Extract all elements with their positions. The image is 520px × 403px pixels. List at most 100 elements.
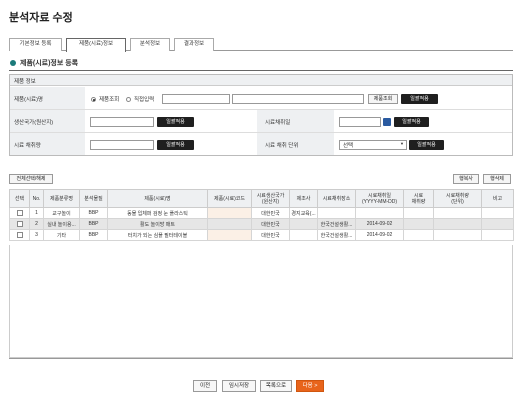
row-product-code[interactable] <box>207 207 252 219</box>
origin-batch-apply-button[interactable]: 일괄적용 <box>157 117 194 127</box>
list-button[interactable]: 목록으로 <box>260 380 292 392</box>
row-place <box>317 207 356 219</box>
sample-unit-batch-apply-button[interactable]: 일괄적용 <box>409 140 444 150</box>
product-code-input[interactable] <box>232 94 364 104</box>
section-bullet-icon <box>10 60 16 66</box>
product-name-label: 제품(시료)명 <box>14 97 43 103</box>
table-row[interactable]: 1 교구놀이 BBP 동물 입체퍼 검정 눈 플라스틱 대한민국 경지교육(..… <box>9 207 514 219</box>
footer-divider <box>9 358 513 359</box>
row-origin: 대한민국 <box>251 218 290 230</box>
sample-unit-label: 시료 채취 단위 <box>265 143 299 149</box>
product-table: 선택 No. 제품분류명 분석물질 제품(시료)명 제품(시료)코드 시료생산국… <box>9 189 514 241</box>
row-place: 한국건설생활... <box>317 218 356 230</box>
row-product-code[interactable] <box>207 229 252 241</box>
copy-row-button[interactable]: 행복사 <box>453 174 479 184</box>
row-substance: BBP <box>79 207 108 219</box>
row-select-cell[interactable] <box>9 207 30 219</box>
row-maker: 경지교육(... <box>289 207 318 219</box>
header-substance: 분석물질 <box>79 189 108 208</box>
page-title: 분석자료 수정 <box>9 12 73 24</box>
row-select-cell[interactable] <box>9 218 30 230</box>
tab-analysis-info[interactable]: 분석정보 <box>130 38 170 51</box>
tab-result-info[interactable]: 결과정보 <box>174 38 214 51</box>
row-category: 실내 놀이용... <box>43 218 80 230</box>
header-maker: 제조사 <box>289 189 318 208</box>
product-name-input[interactable] <box>162 94 230 104</box>
tab-product-info[interactable]: 제품(시료)정보 <box>66 38 126 52</box>
header-product-name: 제품(시료)명 <box>107 189 208 208</box>
radio-direct-input-label: 직접입력 <box>134 97 155 103</box>
header-date: 시료채취일 (YYYY-MM-DD) <box>355 189 404 208</box>
row-qty <box>403 229 434 241</box>
header-select: 선택 <box>9 189 30 208</box>
header-no: No. <box>29 189 44 208</box>
table-row[interactable]: 3 기타 BBP 터치가 되는 심플 필터테이블 대한민국 한국건설생활... … <box>9 229 514 241</box>
prev-button[interactable]: 이전 <box>193 380 217 392</box>
row-date: 2014-09-02 <box>355 218 404 230</box>
row-substance: BBP <box>79 218 108 230</box>
tab-basic-info[interactable]: 기본정보 등록 <box>9 38 62 51</box>
row-unit <box>433 207 482 219</box>
row-origin: 대한민국 <box>251 207 290 219</box>
row-origin: 대한민국 <box>251 229 290 241</box>
row-checkbox[interactable] <box>16 209 23 216</box>
section-divider <box>9 70 513 71</box>
row-product-name: 터치가 되는 심플 필터테이블 <box>107 229 208 241</box>
row-maker <box>289 229 318 241</box>
chevron-down-icon: ▼ <box>400 141 404 146</box>
row-product-code[interactable] <box>207 218 252 230</box>
sample-unit-select-value: 선택 <box>343 143 354 149</box>
header-category: 제품분류명 <box>43 189 80 208</box>
panel-header-label: 제품 정보 <box>14 79 36 85</box>
header-unit: 시료채취량 (단위) <box>433 189 482 208</box>
temp-save-button[interactable]: 임시저장 <box>222 380 256 392</box>
calendar-icon[interactable] <box>383 118 391 126</box>
row-qty <box>403 207 434 219</box>
row-checkbox[interactable] <box>16 220 23 227</box>
row-maker <box>289 218 318 230</box>
sample-date-batch-apply-button[interactable]: 일괄적용 <box>394 117 429 127</box>
section-title: 제품(시료)정보 등록 <box>20 60 79 67</box>
header-product-code: 제품(시료)코드 <box>207 189 252 208</box>
row-select-cell[interactable] <box>9 229 30 241</box>
header-place: 시료채취장소 <box>317 189 356 208</box>
batch-apply-button[interactable]: 일괄적용 <box>401 94 438 104</box>
row-no: 2 <box>29 218 44 230</box>
row-date <box>355 207 404 219</box>
row-unit <box>433 229 482 241</box>
radio-direct-input[interactable] <box>126 97 131 102</box>
panel-header <box>10 75 512 86</box>
sample-qty-input[interactable] <box>90 140 154 150</box>
sample-date-label: 시료채취일 <box>265 120 291 126</box>
table-row[interactable]: 2 실내 놀이용... BBP 활도 놀이방 매트 대한민국 한국건설생활...… <box>9 218 514 230</box>
row-note <box>481 218 514 230</box>
sample-date-input[interactable] <box>339 117 381 127</box>
row-product-name: 동물 입체퍼 검정 눈 플라스틱 <box>107 207 208 219</box>
header-note: 비고 <box>481 189 514 208</box>
row-date: 2014-09-02 <box>355 229 404 241</box>
row-no: 1 <box>29 207 44 219</box>
header-origin: 시료생산국가 (원산지) <box>251 189 290 208</box>
row-note <box>481 207 514 219</box>
sample-qty-batch-apply-button[interactable]: 일괄적용 <box>157 140 194 150</box>
sample-qty-label: 시료 채취량 <box>14 143 41 149</box>
origin-input[interactable] <box>90 117 154 127</box>
row-category: 교구놀이 <box>43 207 80 219</box>
row-product-name: 활도 놀이방 매트 <box>107 218 208 230</box>
select-all-button[interactable]: 전체선택/해제 <box>9 174 53 184</box>
radio-product-search[interactable] <box>91 97 96 102</box>
row-no: 3 <box>29 229 44 241</box>
delete-row-button[interactable]: 행삭제 <box>483 174 511 184</box>
row-unit <box>433 218 482 230</box>
row-substance: BBP <box>79 229 108 241</box>
table-empty-area <box>9 245 513 358</box>
origin-label: 생산국가(원산지) <box>14 120 54 126</box>
product-search-button[interactable]: 제품조회 <box>368 94 398 104</box>
next-button[interactable]: 다음 > <box>296 380 324 392</box>
table-header-row: 선택 No. 제품분류명 분석물질 제품(시료)명 제품(시료)코드 시료생산국… <box>9 189 514 208</box>
row-place: 한국건설생활... <box>317 229 356 241</box>
row-category: 기타 <box>43 229 80 241</box>
row-checkbox[interactable] <box>16 231 23 238</box>
header-qty: 시료 채취량 <box>403 189 434 208</box>
row-qty <box>403 218 434 230</box>
